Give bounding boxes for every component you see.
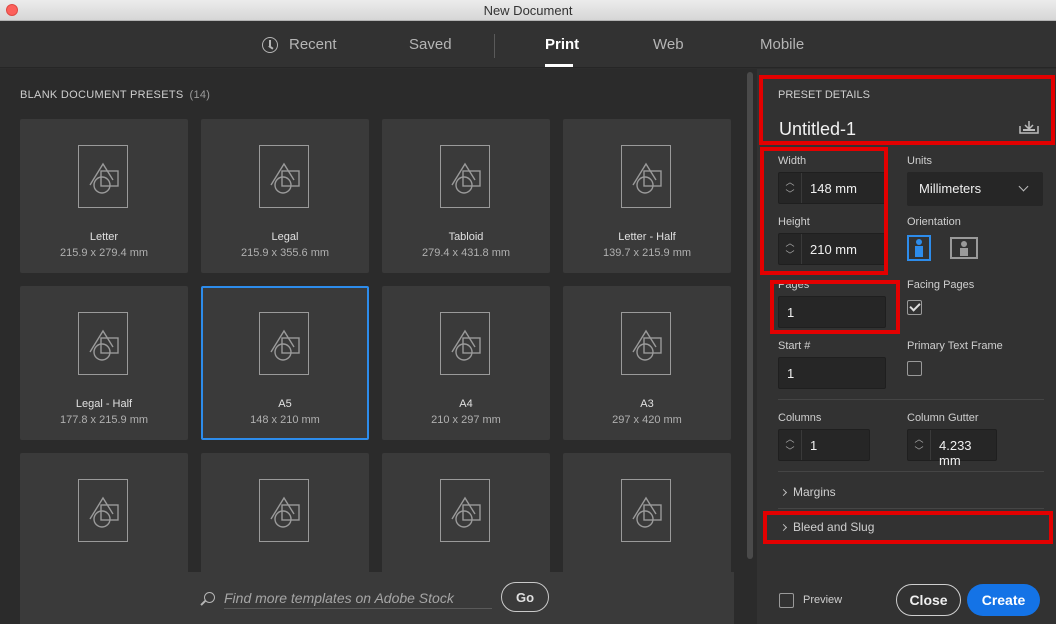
preset-name: Legal - Half <box>75 398 133 410</box>
units-label: Units <box>907 155 933 167</box>
preset-card[interactable]: Tabloid 279.4 x 431.8 mm <box>382 119 550 273</box>
columns-value: 1 <box>810 438 818 453</box>
preset-dimensions: 148 x 210 mm <box>250 414 320 426</box>
tab-bar: Recent Saved Print Web Mobile <box>0 21 1056 68</box>
divider <box>778 471 1044 472</box>
facing-pages-label: Facing Pages <box>907 279 975 291</box>
preset-name: Letter - Half <box>618 231 676 243</box>
document-preset-icon <box>440 312 490 375</box>
column-gutter-label: Column Gutter <box>907 412 979 424</box>
columns-field[interactable]: ︿ ﹀ 1 <box>778 429 870 461</box>
document-preset-icon <box>621 479 671 542</box>
column-gutter-field[interactable]: ︿ ﹀ 4.233 mm <box>907 429 997 468</box>
chevron-up-icon[interactable]: ︿ <box>784 434 796 444</box>
preset-dimensions: 215.9 x 279.4 mm <box>59 247 149 259</box>
chevron-down-icon[interactable]: ﹀ <box>784 446 796 456</box>
columns-label: Columns <box>778 412 822 424</box>
column-gutter-value: 4.233 mm <box>939 438 972 468</box>
preset-dimensions: 177.8 x 215.9 mm <box>59 414 149 426</box>
presets-scrollbar[interactable] <box>747 72 753 559</box>
preset-name: A3 <box>640 398 654 410</box>
document-preset-icon <box>621 312 671 375</box>
preset-dimensions: 215.9 x 355.6 mm <box>240 247 330 259</box>
stepper-divider <box>930 430 931 460</box>
preset-card[interactable]: A3 297 x 420 mm <box>563 286 731 440</box>
tab-divider <box>494 34 495 58</box>
presets-heading: BLANK DOCUMENT PRESETS (14) <box>20 89 210 101</box>
document-preset-icon <box>621 145 671 208</box>
preview-checkbox[interactable] <box>779 593 794 608</box>
presets-count: (14) <box>189 89 211 101</box>
start-page-label: Start # <box>778 340 811 352</box>
preset-card[interactable]: Letter - Half 139.7 x 215.9 mm <box>563 119 731 273</box>
divider <box>778 399 1044 400</box>
preset-dimensions: 139.7 x 215.9 mm <box>602 247 692 259</box>
units-value: Millimeters <box>919 181 982 196</box>
bleed-slug-highlight <box>763 511 1053 544</box>
tab-saved[interactable]: Saved <box>409 36 452 53</box>
chevron-down-icon <box>1018 181 1029 192</box>
orientation-label: Orientation <box>907 216 961 228</box>
margins-section-toggle[interactable]: Margins <box>779 485 836 499</box>
chevron-up-icon[interactable]: ︿ <box>913 434 925 444</box>
stock-search-bar: Go <box>20 572 734 624</box>
window-title: New Document <box>483 3 573 18</box>
document-preset-icon <box>440 479 490 542</box>
preview-label: Preview <box>803 594 843 606</box>
document-preset-icon <box>259 479 309 542</box>
pages-highlight <box>770 280 900 334</box>
preset-name: Tabloid <box>448 231 484 243</box>
units-select[interactable]: Millimeters <box>907 172 1043 206</box>
presets-heading-label: BLANK DOCUMENT PRESETS <box>20 89 184 101</box>
close-button[interactable]: Close <box>896 584 961 616</box>
landscape-orientation-icon[interactable] <box>950 235 978 261</box>
preset-card[interactable]: Letter 215.9 x 279.4 mm <box>20 119 188 273</box>
go-button[interactable]: Go <box>501 582 549 612</box>
preset-details-highlight <box>759 75 1055 145</box>
primary-text-frame-checkbox[interactable] <box>907 361 922 376</box>
document-preset-icon <box>259 145 309 208</box>
preset-name: A5 <box>278 398 292 410</box>
portrait-orientation-icon[interactable] <box>907 235 931 261</box>
tab-print[interactable]: Print <box>545 36 579 53</box>
preset-card[interactable]: Legal - Half 177.8 x 215.9 mm <box>20 286 188 440</box>
divider <box>778 508 1044 509</box>
start-page-field[interactable]: 1 <box>778 357 886 389</box>
preset-card[interactable]: A5 148 x 210 mm <box>201 286 369 440</box>
facing-pages-checkbox[interactable] <box>907 300 922 315</box>
preset-name: Letter <box>89 231 119 243</box>
search-icon <box>204 592 215 603</box>
dimensions-highlight <box>760 147 888 275</box>
document-preset-icon <box>259 312 309 375</box>
margins-label: Margins <box>793 485 836 499</box>
document-preset-icon <box>78 145 128 208</box>
primary-text-frame-label: Primary Text Frame <box>907 340 1003 352</box>
preset-dimensions: 297 x 420 mm <box>612 414 682 426</box>
preset-name: Legal <box>271 231 299 243</box>
preset-card[interactable]: Legal 215.9 x 355.6 mm <box>201 119 369 273</box>
preset-dimensions: 279.4 x 431.8 mm <box>421 247 511 259</box>
chevron-down-icon[interactable]: ﹀ <box>913 446 925 456</box>
presets-panel: BLANK DOCUMENT PRESETS (14) Letter 215.9 x… <box>0 69 757 624</box>
preset-details-panel: PRESET DETAILS Untitled-1 Width ︿ ﹀ 148 … <box>757 69 1056 624</box>
tab-mobile[interactable]: Mobile <box>760 36 804 53</box>
document-preset-icon <box>78 479 128 542</box>
document-preset-icon <box>78 312 128 375</box>
chevron-right-icon <box>779 488 788 497</box>
document-preset-icon <box>440 145 490 208</box>
start-page-value: 1 <box>787 366 795 381</box>
stock-search-input[interactable] <box>224 587 492 609</box>
clock-icon <box>262 37 278 53</box>
preset-dimensions: 210 x 297 mm <box>431 414 501 426</box>
tab-recent[interactable]: Recent <box>289 36 337 53</box>
preset-name: A4 <box>459 398 473 410</box>
preset-card[interactable]: A4 210 x 297 mm <box>382 286 550 440</box>
create-button[interactable]: Create <box>967 584 1040 616</box>
active-tab-indicator <box>545 64 573 67</box>
tab-web[interactable]: Web <box>653 36 684 53</box>
stepper-divider <box>801 430 802 460</box>
title-bar: New Document <box>0 0 1056 21</box>
